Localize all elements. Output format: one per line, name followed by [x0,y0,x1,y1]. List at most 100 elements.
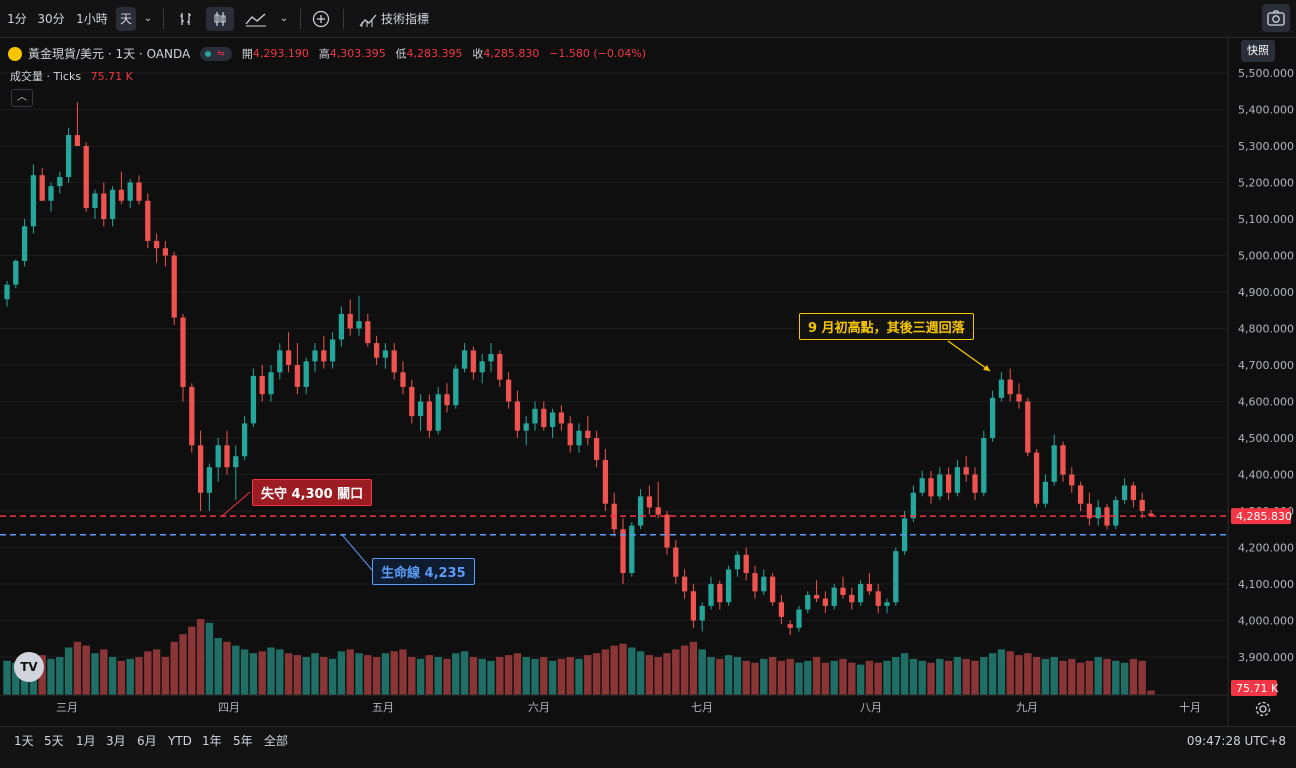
time-axis-month-label: 三月 [56,701,78,714]
volume-bar [513,653,522,695]
interval-day-button[interactable]: 天 [116,7,136,31]
snapshot-camera-icon[interactable] [1262,4,1290,32]
interval-1h-button[interactable]: 1小時 [72,7,112,31]
volume-bar [1103,658,1111,695]
candle-body [365,321,371,344]
volume-bar [293,655,302,695]
candle-body [1060,445,1066,475]
volume-bar [47,658,55,695]
open-label: 開 [241,47,253,61]
candle-body [893,551,899,603]
candle-body [356,321,362,329]
high-label: 高 [318,47,330,61]
volume-bar [971,660,979,695]
volume-bar [883,660,891,695]
candle-body [637,496,644,526]
market-status-icon[interactable]: ⇋ [200,46,233,61]
time-axis-month-label: 四月 [218,701,240,714]
candle-body [136,182,142,201]
range-1y-button[interactable]: 1年 [202,727,222,755]
candle-body [391,350,397,373]
toolbar-divider [300,9,301,29]
candle-body [989,397,996,438]
price-tick-label: 4,800.000 [1238,323,1294,336]
candle-body [277,350,283,373]
volume-bar [1068,658,1076,695]
candle-body [57,177,63,187]
candle-body [664,514,670,548]
candle-body [470,350,477,373]
bar-style-icon[interactable] [174,7,198,31]
candle-body [646,496,653,508]
chart-settings-gear-icon[interactable] [1254,700,1272,718]
candle-body [875,591,881,606]
volume-bar [768,657,777,695]
volume-bar [188,626,196,695]
interval-30m-button[interactable]: 30分 [34,7,68,31]
lifeline-annotation[interactable]: 生命線 4,235 [372,558,475,585]
candle-body [259,375,265,395]
candle-body [532,408,538,424]
clock-timezone[interactable]: 09:47:28 UTC+8 [1187,727,1286,755]
candle-body [822,598,829,606]
candle-body [1130,485,1137,501]
tradingview-logo[interactable]: TV [14,652,44,682]
volume-bar [848,662,856,695]
volume-bar [812,657,821,695]
range-1m-button[interactable]: 1月 [76,727,96,755]
volume-bar [575,658,583,695]
high-annotation[interactable]: 9 月初高點，其後三週回落 [799,313,974,340]
chart-style-dropdown-icon[interactable]: ⌄ [276,7,292,31]
volume-bar [804,660,812,695]
volume-bar [1059,660,1067,695]
symbol-title[interactable]: 黃金現貨/美元 · 1天 · OANDA [28,47,190,61]
candle-body [1007,379,1013,395]
candle-body [400,372,406,387]
candle-body [215,445,221,468]
range-3m-button[interactable]: 3月 [106,727,126,755]
candle-body [171,255,177,318]
candle-body [699,605,705,621]
volume-bar [856,664,865,695]
candle-body [21,226,28,261]
range-ytd-button[interactable]: YTD [168,727,192,755]
candle-body [884,602,890,606]
range-5d-button[interactable]: 5天 [44,727,64,755]
interval-1m-button[interactable]: 1分 [4,7,30,31]
volume-bar [953,657,962,695]
candle-body [92,193,98,209]
volume-bar [636,651,645,695]
time-axis-month-label: 五月 [372,701,394,714]
time-axis-month-label: 七月 [691,701,713,714]
volume-bar [680,645,689,695]
indicators-label: 技術指標 [380,12,429,26]
volume-bar [777,660,786,695]
gold-coin-icon [8,46,22,61]
top-toolbar: 1分 30分 1小時 天 ⌄ ⌄ 技術指標 [0,0,1296,38]
range-all-button[interactable]: 全部 [264,727,288,755]
breakdown-annotation[interactable]: 失守 4,300 關口 [252,479,373,506]
high-pointer-arrowhead [983,365,990,371]
area-style-icon[interactable] [242,7,270,31]
candle-body [963,467,969,475]
candle-body [972,474,978,493]
price-chart[interactable]: 5,500.000 5,400.000 5,300.000 5,200.000 5,10… [0,38,1296,726]
interval-dropdown-icon[interactable]: ⌄ [140,7,156,31]
compare-plus-icon[interactable] [308,7,334,31]
range-6m-button[interactable]: 6月 [137,727,157,755]
collapse-legend-button[interactable]: ︿ [11,89,33,107]
volume-label[interactable]: 成交量 · Ticks [10,70,81,83]
range-5y-button[interactable]: 5年 [233,727,253,755]
indicators-button[interactable]: 技術指標 [352,7,436,31]
volume-bar [460,651,469,695]
volume-bar [3,660,11,695]
candle-body [998,379,1005,398]
candle-body [857,584,864,603]
volume-bar [531,658,539,695]
volume-bar [1138,660,1146,695]
range-1d-button[interactable]: 1天 [14,727,34,755]
candle-style-icon[interactable] [206,7,234,31]
volume-bar [337,651,346,695]
candle-body [708,584,714,606]
volume-bar [760,658,768,695]
